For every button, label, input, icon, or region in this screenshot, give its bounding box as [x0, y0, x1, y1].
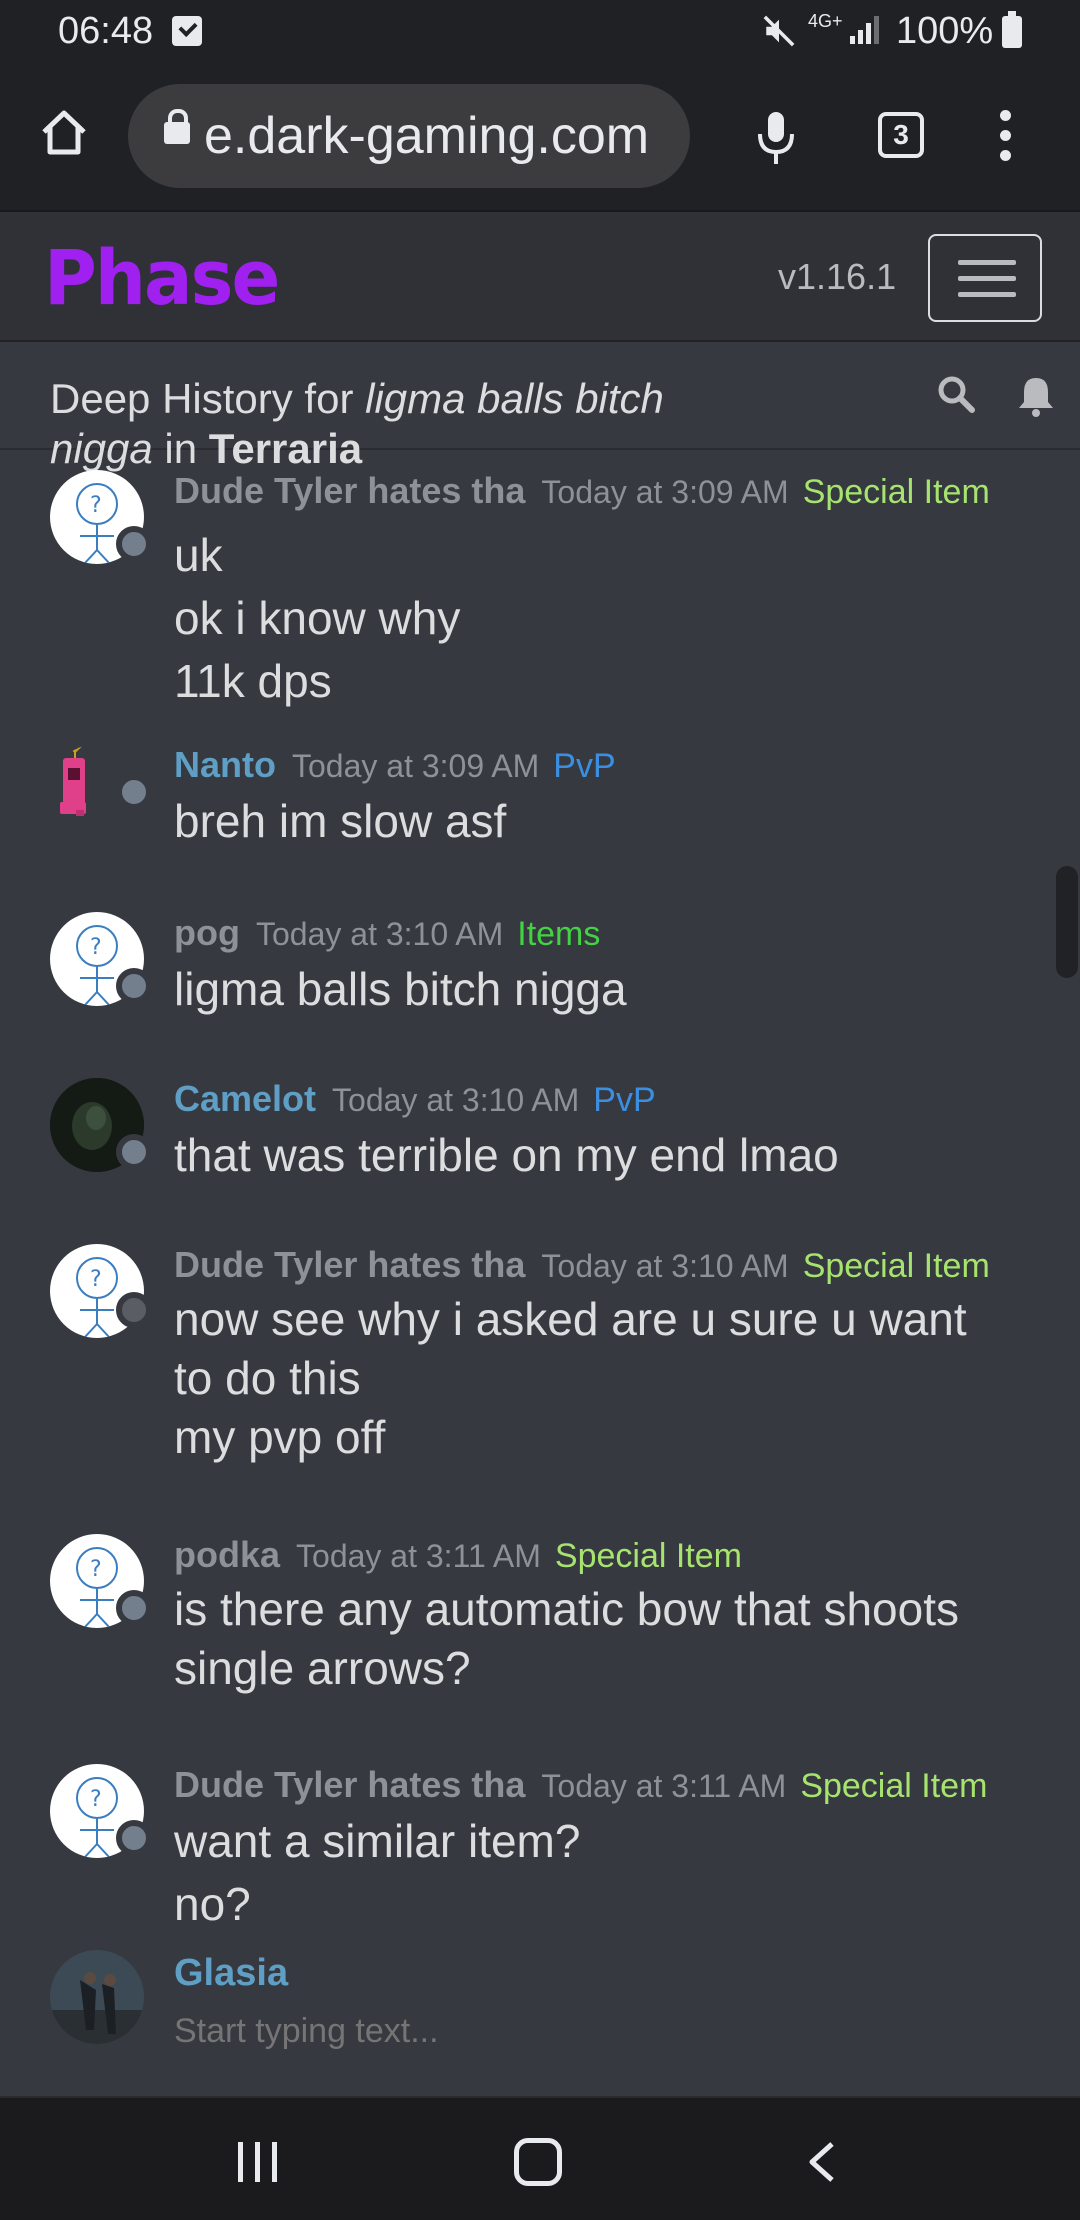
- app-header: Phase v1.16.1: [0, 210, 1080, 342]
- home-icon[interactable]: [36, 104, 92, 160]
- message-tag: Special Item: [802, 473, 990, 511]
- status-bar: 06:48 4G+ 100%: [0, 0, 1080, 64]
- status-dot: [116, 1292, 152, 1328]
- message-body: that was terrible on my end lmao: [174, 1124, 1034, 1187]
- lock-icon: [164, 109, 190, 144]
- status-dot: [116, 526, 152, 562]
- my-avatar[interactable]: [50, 1950, 144, 2044]
- status-dot: [116, 968, 152, 1004]
- message-line: no?: [174, 1878, 251, 1930]
- mic-icon[interactable]: [752, 106, 800, 170]
- message-line: 11k dps: [174, 655, 332, 707]
- message-line: now see why i asked are u sure u want: [174, 1293, 967, 1345]
- channel-header: Deep History for ligma balls bitch nigga…: [0, 344, 1080, 472]
- message-timestamp: Today at 3:09 AM: [292, 748, 540, 784]
- svg-text:?: ?: [90, 935, 102, 960]
- message-author[interactable]: Dude Tyler hates tha: [174, 470, 525, 511]
- address-bar[interactable]: e.dark-gaming.com: [128, 84, 690, 188]
- search-icon[interactable]: [936, 374, 976, 414]
- message-composer: Glasia: [0, 1932, 1080, 2096]
- message-header: Dude Tyler hates tha Today at 3:11 AM Spec…: [174, 1764, 987, 1806]
- message-body: ligma balls bitch nigga: [174, 958, 1034, 1021]
- message-body: breh im slow asf: [174, 790, 1034, 853]
- message-tag: PvP: [553, 747, 616, 785]
- mute-icon: [762, 14, 796, 56]
- message-tag: PvP: [593, 1081, 656, 1119]
- notification-check-icon: [172, 16, 202, 46]
- svg-text:?: ?: [90, 493, 102, 518]
- status-dot: [116, 1134, 152, 1170]
- message-tag: Special Item: [800, 1767, 988, 1805]
- home-nav-icon[interactable]: [514, 2138, 562, 2186]
- message-author[interactable]: podka: [174, 1534, 280, 1575]
- status-dot: [116, 1820, 152, 1856]
- message-author[interactable]: Camelot: [174, 1078, 316, 1119]
- hamburger-menu-button[interactable]: [928, 234, 1042, 322]
- message-line: uk: [174, 529, 223, 581]
- status-dot: [116, 1590, 152, 1626]
- back-icon[interactable]: [802, 2140, 842, 2184]
- message-body: uk ok i know why 11k dps: [174, 524, 1034, 713]
- system-nav-bar: [0, 2096, 1080, 2220]
- message-line: my pvp off: [174, 1411, 386, 1463]
- scrollbar-thumb[interactable]: [1056, 866, 1078, 978]
- message-tag: Special Item: [802, 1247, 990, 1285]
- message-header: Dude Tyler hates tha Today at 3:10 AM Spec…: [174, 1244, 990, 1286]
- message-header: Nanto Today at 3:09 AM PvP: [174, 744, 616, 786]
- tab-switcher-button[interactable]: 3: [878, 112, 924, 158]
- channel-title-prefix: Deep History for: [50, 375, 366, 422]
- message-author[interactable]: pog: [174, 912, 240, 953]
- message-line: to do this: [174, 1352, 361, 1404]
- message-line: breh im slow asf: [174, 795, 507, 847]
- message-timestamp: Today at 3:10 AM: [332, 1082, 580, 1118]
- message-author[interactable]: Dude Tyler hates tha: [174, 1244, 525, 1285]
- message-tag: Items: [517, 915, 601, 953]
- bell-icon[interactable]: [1016, 374, 1056, 418]
- message-line: ok i know why: [174, 592, 461, 644]
- recents-icon[interactable]: [236, 2142, 280, 2182]
- svg-text:?: ?: [90, 1557, 102, 1582]
- signal-icon: [850, 16, 880, 44]
- message-body: now see why i asked are u sure u want to…: [174, 1290, 1034, 1467]
- composer-username: Glasia: [174, 1952, 289, 1994]
- message-header: Camelot Today at 3:10 AM PvP: [174, 1078, 656, 1120]
- message-author[interactable]: Nanto: [174, 744, 276, 785]
- message-line: want a similar item?: [174, 1815, 581, 1867]
- battery-percent: 100%: [896, 10, 994, 52]
- message-header: podka Today at 3:11 AM Special Item: [174, 1534, 742, 1576]
- message-list[interactable]: ? Dude Tyler hates tha Today at 3:09 AM Sp…: [0, 452, 1080, 1932]
- phase-logo[interactable]: Phase: [44, 234, 280, 322]
- message-author[interactable]: Dude Tyler hates tha: [174, 1764, 525, 1805]
- message-body: want a similar item? no?: [174, 1810, 1034, 1932]
- status-dot: [116, 774, 152, 810]
- browser-toolbar: e.dark-gaming.com 3: [0, 64, 1080, 210]
- battery-icon: [1002, 11, 1022, 48]
- message-timestamp: Today at 3:09 AM: [541, 474, 789, 510]
- message-body: is there any automatic bow that shoots s…: [174, 1580, 1034, 1698]
- message-timestamp: Today at 3:10 AM: [255, 916, 504, 952]
- message-line: that was terrible on my end lmao: [174, 1129, 839, 1181]
- message-line: is there any automatic bow that shoots: [174, 1583, 959, 1635]
- svg-text:?: ?: [90, 1787, 102, 1812]
- more-icon[interactable]: [996, 106, 1016, 166]
- message-input[interactable]: [174, 2006, 1034, 2056]
- message-timestamp: Today at 3:10 AM: [541, 1248, 789, 1284]
- status-time: 06:48: [58, 10, 154, 52]
- message-timestamp: Today at 3:11 AM: [296, 1538, 541, 1574]
- message-line: ligma balls bitch nigga: [174, 963, 627, 1015]
- network-type: 4G+: [808, 11, 843, 31]
- message-header: pog Today at 3:10 AM Items: [174, 912, 600, 954]
- message-timestamp: Today at 3:11 AM: [541, 1768, 787, 1804]
- svg-text:?: ?: [90, 1267, 102, 1292]
- version-label: v1.16.1: [778, 256, 897, 297]
- app-root: 06:48 4G+ 100% e.dark-gaming.com 3 Phase…: [0, 0, 1080, 2220]
- url-text: e.dark-gaming.com: [204, 107, 650, 165]
- message-tag: Special Item: [554, 1537, 742, 1575]
- message-line: single arrows?: [174, 1642, 471, 1694]
- message-header: Dude Tyler hates tha Today at 3:09 AM Spec…: [174, 470, 990, 512]
